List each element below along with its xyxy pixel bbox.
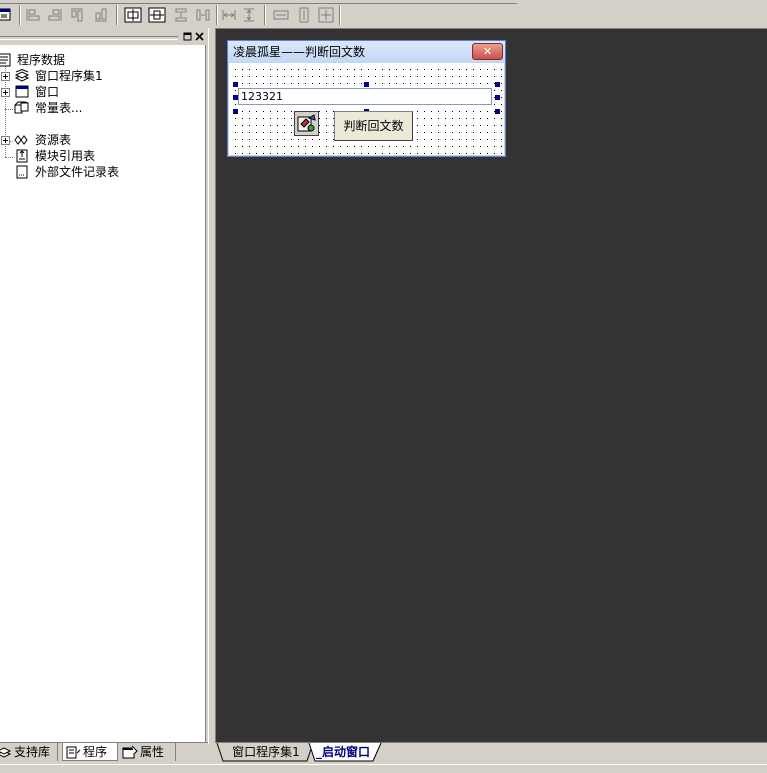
layout-toolbar xyxy=(0,0,767,29)
equal-spacing-vertical-icon[interactable] xyxy=(240,6,258,24)
toolbar-separator xyxy=(264,5,266,25)
selection-handle[interactable] xyxy=(495,95,500,100)
tree-item-label: 模块引用表 xyxy=(35,149,96,163)
close-button[interactable]: ✕ xyxy=(472,43,503,60)
tab-window-assembly[interactable]: 窗口程序集1 xyxy=(225,743,307,762)
tab-program[interactable]: 程序 xyxy=(62,743,118,761)
same-size-icon[interactable] xyxy=(317,6,335,24)
tab-properties[interactable]: 属性 xyxy=(120,743,176,761)
align-bottom-icon[interactable] xyxy=(92,6,110,24)
module-ref-icon xyxy=(16,149,28,163)
align-right-icon[interactable] xyxy=(46,6,64,24)
tab-startup-window[interactable]: _启动窗口 xyxy=(311,743,375,762)
equal-spacing-horizontal-icon[interactable] xyxy=(220,6,238,24)
selection-handle[interactable] xyxy=(233,109,238,114)
expand-toggle[interactable] xyxy=(1,72,10,81)
close-icon: ✕ xyxy=(482,45,493,58)
same-width-icon[interactable] xyxy=(272,6,290,24)
tree-item-label: 资源表 xyxy=(35,133,72,147)
form-client-area[interactable]: 123321 判断回文数 xyxy=(229,63,504,155)
tree-item-label: 窗口 xyxy=(35,85,60,99)
form-title: 凌晨孤星——判断回文数 xyxy=(233,45,366,59)
properties-icon xyxy=(122,745,138,759)
tree-item-label: 常量表... xyxy=(35,101,83,115)
center-horizontal-icon[interactable] xyxy=(124,6,142,24)
toolbar-separator xyxy=(19,5,21,25)
toolbar-top-border xyxy=(0,0,517,4)
tab-program-label: 程序 xyxy=(83,745,108,759)
tree-line xyxy=(5,157,13,158)
tree-item-label: 窗口程序集1 xyxy=(33,68,105,84)
library-icon xyxy=(0,747,12,758)
tab-library[interactable]: 支持库 xyxy=(0,743,58,761)
tree-item-label: 外部文件记录表 xyxy=(35,165,120,179)
designed-form-window[interactable]: 凌晨孤星——判断回文数 ✕ 123321 判断回文数 xyxy=(227,40,506,157)
same-height-icon[interactable] xyxy=(295,6,313,24)
program-tree[interactable]: 程序数据 窗口程序集1 窗口 常量表... 资源表 模块引用表 外部文件记录表 xyxy=(0,45,206,746)
paint-icon xyxy=(297,114,316,132)
assembly-icon xyxy=(14,69,30,82)
restore-icon[interactable] xyxy=(182,31,193,42)
number-input[interactable]: 123321 xyxy=(238,88,492,105)
tree-root-label: 程序数据 xyxy=(17,53,66,67)
panel-grip[interactable] xyxy=(0,36,178,40)
judge-palindrome-button[interactable]: 判断回文数 xyxy=(334,111,413,141)
program-icon xyxy=(66,746,81,759)
selection-handle[interactable] xyxy=(495,82,500,87)
window-icon[interactable] xyxy=(0,6,14,24)
picture-box[interactable] xyxy=(294,111,319,136)
align-top-icon[interactable] xyxy=(68,6,86,24)
form-title-bar[interactable]: 凌晨孤星——判断回文数 ✕ xyxy=(228,41,505,63)
panel-close-icon[interactable] xyxy=(194,31,205,42)
toolbar-separator xyxy=(339,5,341,25)
space-horizontal-icon[interactable] xyxy=(172,6,190,24)
project-panel: 程序数据 窗口程序集1 窗口 常量表... 资源表 模块引用表 外部文件记录表 xyxy=(0,28,208,746)
selection-handle[interactable] xyxy=(364,82,369,87)
expand-toggle[interactable] xyxy=(1,136,10,145)
tab-properties-label: 属性 xyxy=(140,745,165,759)
tab-library-label: 支持库 xyxy=(14,745,51,759)
center-vertical-icon[interactable] xyxy=(148,6,166,24)
tree-line xyxy=(5,109,13,110)
toolbar-separator xyxy=(216,5,218,25)
expand-toggle[interactable] xyxy=(1,88,10,97)
window-icon xyxy=(15,85,29,98)
left-panel-tabs: 支持库 程序 属性 xyxy=(0,742,208,765)
external-file-icon xyxy=(16,165,28,179)
designer-tabs: 窗口程序集1 _启动窗口 xyxy=(215,742,767,765)
panel-header xyxy=(0,31,208,43)
toolbar-separator xyxy=(116,5,118,25)
space-vertical-icon[interactable] xyxy=(194,6,212,24)
selection-handle[interactable] xyxy=(233,82,238,87)
align-left-icon[interactable] xyxy=(24,6,42,24)
selection-handle[interactable] xyxy=(495,109,500,114)
program-data-icon xyxy=(0,53,11,67)
constants-icon xyxy=(14,101,29,114)
resources-icon xyxy=(14,135,28,145)
